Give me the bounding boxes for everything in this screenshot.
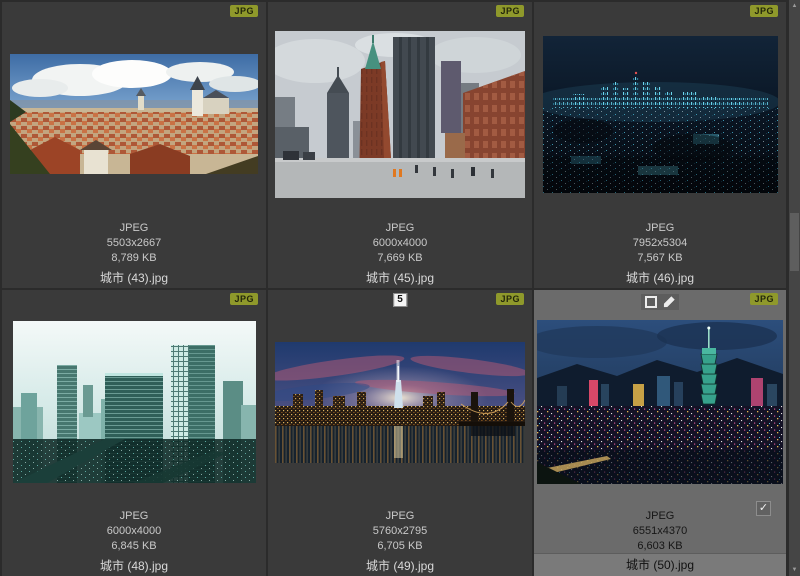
thumbnail-image-nyc-skyline-bridge[interactable] — [275, 342, 525, 463]
file-format: JPEG — [268, 221, 532, 236]
thumbnail-cell-45[interactable]: JPG — [268, 2, 534, 290]
thumbnail-area — [269, 306, 531, 498]
thumbnail-area — [535, 306, 785, 498]
file-dimensions: 6551x4370 — [534, 524, 786, 539]
file-size: 7,669 KB — [268, 251, 532, 266]
file-format: JPEG — [534, 221, 786, 236]
thumbnail-image-flatiron-building[interactable] — [275, 31, 525, 198]
file-size: 6,845 KB — [2, 539, 266, 554]
thumbnail-grid: JPG — [0, 0, 788, 576]
file-name: 城市 (46).jpg — [534, 270, 786, 286]
file-browser-window: JPG — [0, 0, 800, 576]
thumbnail-cell-48[interactable]: JPG — [2, 290, 268, 576]
jpg-format-badge: JPG — [230, 293, 258, 305]
file-name: 城市 (49).jpg — [268, 558, 532, 574]
file-size: 6,603 KB — [534, 539, 786, 554]
file-dimensions: 6000x4000 — [2, 524, 266, 539]
file-metadata: JPEG 6000x4000 7,669 KB — [268, 221, 532, 266]
file-dimensions: 7952x5304 — [534, 236, 786, 251]
file-format: JPEG — [268, 509, 532, 524]
file-format: JPEG — [2, 221, 266, 236]
jpg-format-badge: JPG — [750, 293, 778, 305]
file-format: JPEG — [534, 509, 786, 524]
jpg-format-badge: JPG — [496, 5, 524, 17]
thumbnail-cell-43[interactable]: JPG — [2, 2, 268, 290]
file-metadata: JPEG 6000x4000 6,845 KB — [2, 509, 266, 554]
rating-badge: 5 — [393, 293, 407, 307]
thumbnail-cell-49[interactable]: 5 JPG — [268, 290, 534, 576]
file-size: 8,789 KB — [2, 251, 266, 266]
jpg-format-badge: JPG — [230, 5, 258, 17]
thumbnail-cell-46[interactable]: JPG — [534, 2, 788, 290]
file-metadata: JPEG 6551x4370 6,603 KB — [534, 509, 786, 554]
scroll-down-button[interactable]: ▼ — [789, 564, 800, 576]
file-name: 城市 (45).jpg — [268, 270, 532, 286]
thumbnail-area — [535, 18, 785, 210]
thumbnail-image-teal-cityscape[interactable] — [13, 321, 256, 483]
thumbnail-area — [3, 306, 265, 498]
file-name: 城市 (48).jpg — [2, 558, 266, 574]
file-metadata: JPEG 5503x2667 8,789 KB — [2, 221, 266, 266]
file-dimensions: 5760x2795 — [268, 524, 532, 539]
thumbnail-area — [3, 18, 265, 210]
file-metadata: JPEG 5760x2795 6,705 KB — [268, 509, 532, 554]
jpg-format-badge: JPG — [750, 5, 778, 17]
thumbnail-area — [269, 18, 531, 210]
thumbnail-image-taipei-night-skyline[interactable] — [537, 320, 783, 484]
file-dimensions: 6000x4000 — [268, 236, 532, 251]
scroll-up-button[interactable]: ▲ — [789, 0, 800, 12]
thumbnail-image-european-town[interactable] — [10, 54, 258, 174]
file-dimensions: 5503x2667 — [2, 236, 266, 251]
jpg-format-badge: JPG — [496, 293, 524, 305]
file-name: 城市 (43).jpg — [2, 270, 266, 286]
vertical-scrollbar[interactable]: ▲ ▼ — [788, 0, 800, 576]
file-format: JPEG — [2, 509, 266, 524]
file-size: 7,567 KB — [534, 251, 786, 266]
file-metadata: JPEG 7952x5304 7,567 KB — [534, 221, 786, 266]
file-size: 6,705 KB — [268, 539, 532, 554]
scrollbar-thumb[interactable] — [790, 213, 799, 271]
file-name: 城市 (50).jpg — [534, 553, 786, 576]
thumbnail-cell-50-selected[interactable]: JPG — [534, 290, 788, 576]
thumbnail-image-night-city-aerial[interactable] — [543, 36, 778, 193]
